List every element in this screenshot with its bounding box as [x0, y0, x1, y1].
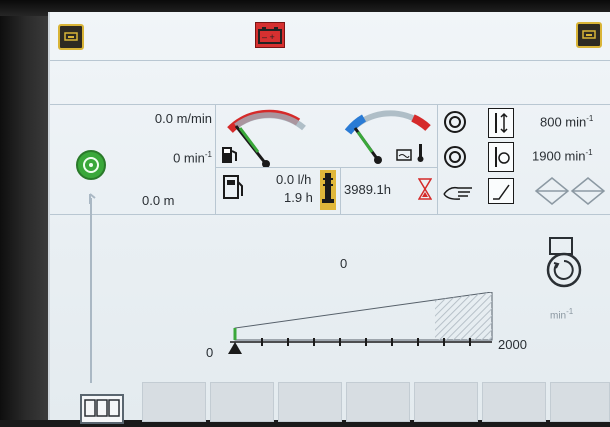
rpm-high-setting: 1900 min-1 [532, 148, 593, 164]
softkey-button[interactable] [482, 382, 546, 422]
device-bezel-left [0, 0, 48, 420]
softkey-button[interactable] [210, 382, 274, 422]
rotation-speed-icon[interactable] [488, 142, 514, 172]
divider [50, 60, 610, 61]
divider [215, 104, 216, 214]
engine-rpm-value: 0 min-1 [173, 150, 212, 166]
softkey-button[interactable] [550, 382, 610, 422]
fuel-refill-icon [222, 174, 244, 202]
rpm-low-setting: 800 min-1 [540, 114, 594, 130]
scale-min-label: 0 [206, 345, 214, 360]
coolant-temperature-icon [393, 140, 433, 164]
current-rpm-value: 0 [340, 256, 348, 271]
rotation-icon[interactable] [443, 145, 467, 169]
up-arrow-icon [89, 193, 96, 204]
display-screen: – + 0.0 m/min 0 min-1 0.0 m 0.0 l/h 1.9 … [48, 12, 610, 424]
rotor-icon [76, 150, 106, 180]
menu-icon[interactable] [58, 24, 84, 50]
fuel-hours-value: 1.9 h [284, 190, 313, 205]
hourglass-icon [417, 178, 433, 200]
divider [50, 214, 610, 215]
gauge-unit-label: min-1 [550, 307, 574, 322]
incline-icon[interactable] [488, 178, 514, 204]
guide-line [90, 198, 92, 383]
divider [215, 167, 437, 168]
divider [437, 104, 438, 214]
rotation-icon[interactable] [443, 110, 467, 134]
svg-text:– +: – + [262, 32, 275, 42]
menu-icon[interactable] [576, 22, 602, 48]
divider [340, 167, 341, 214]
softkey-button[interactable] [414, 382, 478, 422]
fuel-pump-icon [220, 144, 240, 166]
softkey-button[interactable] [142, 382, 206, 422]
distance-value: 0.0 m [142, 193, 175, 208]
scale-max-label: 2000 [498, 337, 527, 352]
hour-meter-icon [320, 170, 336, 210]
rpm-scale [228, 292, 493, 354]
diamond-arrows-icon[interactable] [534, 174, 608, 208]
operating-hours-value: 3989.1h [344, 182, 391, 197]
rpm-pointer [228, 342, 242, 354]
fuel-rate-value: 0.0 l/h [276, 172, 312, 187]
battery-warning-icon: – + [255, 22, 285, 48]
hand-icon[interactable] [442, 180, 476, 202]
engine-icon [544, 236, 584, 292]
speed-value: 0.0 m/min [154, 111, 212, 126]
softkey-button[interactable] [346, 382, 410, 422]
softkey-button[interactable] [278, 382, 342, 422]
spacing-adjust-icon[interactable] [488, 108, 514, 138]
